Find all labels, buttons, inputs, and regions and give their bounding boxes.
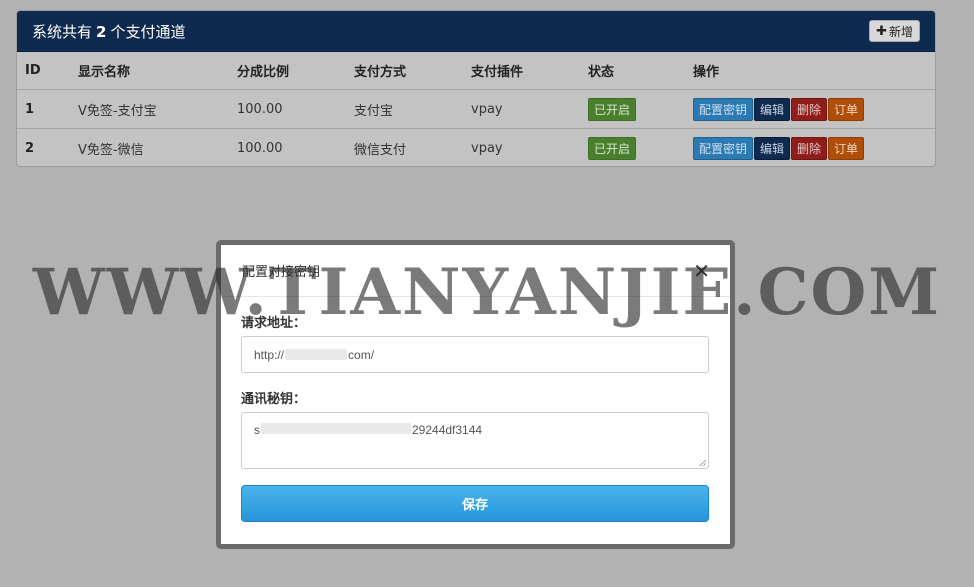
status-badge: 已开启 xyxy=(588,136,637,160)
secret-key-textarea[interactable]: s 29244df3144 xyxy=(241,412,709,469)
url-suffix: com/ xyxy=(348,347,375,362)
plus-icon: ✚ xyxy=(876,23,887,39)
payment-channels-panel: 系统共有 2 个支付通道 ✚ 新增 ID 显示名称 分成比例 支付方式 支付插件 状… xyxy=(16,10,936,167)
table-row: 2 V免签-微信 100.00 微信支付 vpay 已开启 配置密钥 编辑 删除 订单 xyxy=(17,129,935,167)
title-suffix: 个支付通道 xyxy=(110,22,186,41)
order-button[interactable]: 订单 xyxy=(828,136,865,160)
row-plugin: vpay xyxy=(463,89,580,129)
table-row: 1 V免签-支付宝 100.00 支付宝 vpay 已开启 配置密钥 编辑 删除 订单 xyxy=(17,89,935,129)
row-id: 2 xyxy=(25,140,35,156)
header-id: ID xyxy=(17,52,70,90)
channels-table: ID 显示名称 分成比例 支付方式 支付插件 状态 操作 1 V免签-支付宝 1… xyxy=(17,52,935,167)
close-icon[interactable]: ✕ xyxy=(693,261,710,281)
redacted-text xyxy=(285,349,348,360)
row-method: 微信支付 xyxy=(354,142,407,158)
redacted-text xyxy=(261,423,411,434)
edit-button[interactable]: 编辑 xyxy=(754,97,791,121)
edit-button[interactable]: 编辑 xyxy=(754,136,791,160)
panel-title: 系统共有 2 个支付通道 xyxy=(32,21,185,42)
config-key-button[interactable]: 配置密钥 xyxy=(693,97,754,121)
header-method: 支付方式 xyxy=(346,52,463,90)
modal-header: 配置对接密钥 ✕ xyxy=(221,245,730,297)
resize-grip-icon[interactable] xyxy=(699,459,706,466)
row-actions: 配置密钥 编辑 删除 订单 xyxy=(685,129,935,167)
row-ratio: 100.00 xyxy=(229,89,346,129)
config-key-button[interactable]: 配置密钥 xyxy=(693,136,754,160)
row-status: 已开启 xyxy=(580,129,685,167)
row-name: V免签-支付宝 xyxy=(70,89,229,129)
url-prefix: http:// xyxy=(254,347,285,362)
modal-body: 请求地址： http:// com/ 通讯秘钥： s 29244df3144 保… xyxy=(221,312,730,522)
row-id: 1 xyxy=(17,89,70,129)
title-prefix: 系统共有 xyxy=(32,22,93,41)
header-plugin: 支付插件 xyxy=(463,52,580,90)
status-badge: 已开启 xyxy=(588,97,637,121)
url-label: 请求地址： xyxy=(241,316,307,331)
key-label: 通讯秘钥： xyxy=(241,392,307,407)
delete-button[interactable]: 删除 xyxy=(791,136,828,160)
row-method: 支付宝 xyxy=(346,89,463,129)
save-button[interactable]: 保存 xyxy=(241,485,709,522)
delete-button[interactable]: 删除 xyxy=(791,97,828,121)
row-ratio: 100.00 xyxy=(237,140,283,156)
row-name: V免签-微信 xyxy=(78,142,144,158)
row-actions: 配置密钥 编辑 删除 订单 xyxy=(685,89,935,129)
header-name: 显示名称 xyxy=(70,52,229,90)
row-plugin: vpay xyxy=(471,140,503,156)
key-suffix: 29244df3144 xyxy=(412,423,483,437)
row-status: 已开启 xyxy=(580,89,685,129)
key-prefix: s xyxy=(254,423,260,437)
channel-count: 2 xyxy=(96,22,107,41)
config-key-modal: 配置对接密钥 ✕ 请求地址： http:// com/ 通讯秘钥： s 2924… xyxy=(216,240,735,549)
table-header-row: ID 显示名称 分成比例 支付方式 支付插件 状态 操作 xyxy=(17,52,935,90)
order-button[interactable]: 订单 xyxy=(828,97,865,121)
request-url-input[interactable]: http:// com/ xyxy=(241,336,709,373)
header-actions: 操作 xyxy=(685,52,935,90)
add-button-label: 新增 xyxy=(888,24,913,39)
header-ratio: 分成比例 xyxy=(229,52,346,90)
header-status: 状态 xyxy=(580,52,685,90)
panel-header: 系统共有 2 个支付通道 ✚ 新增 xyxy=(17,11,935,52)
modal-title: 配置对接密钥 xyxy=(242,265,321,280)
add-channel-button[interactable]: ✚ 新增 xyxy=(869,20,920,42)
